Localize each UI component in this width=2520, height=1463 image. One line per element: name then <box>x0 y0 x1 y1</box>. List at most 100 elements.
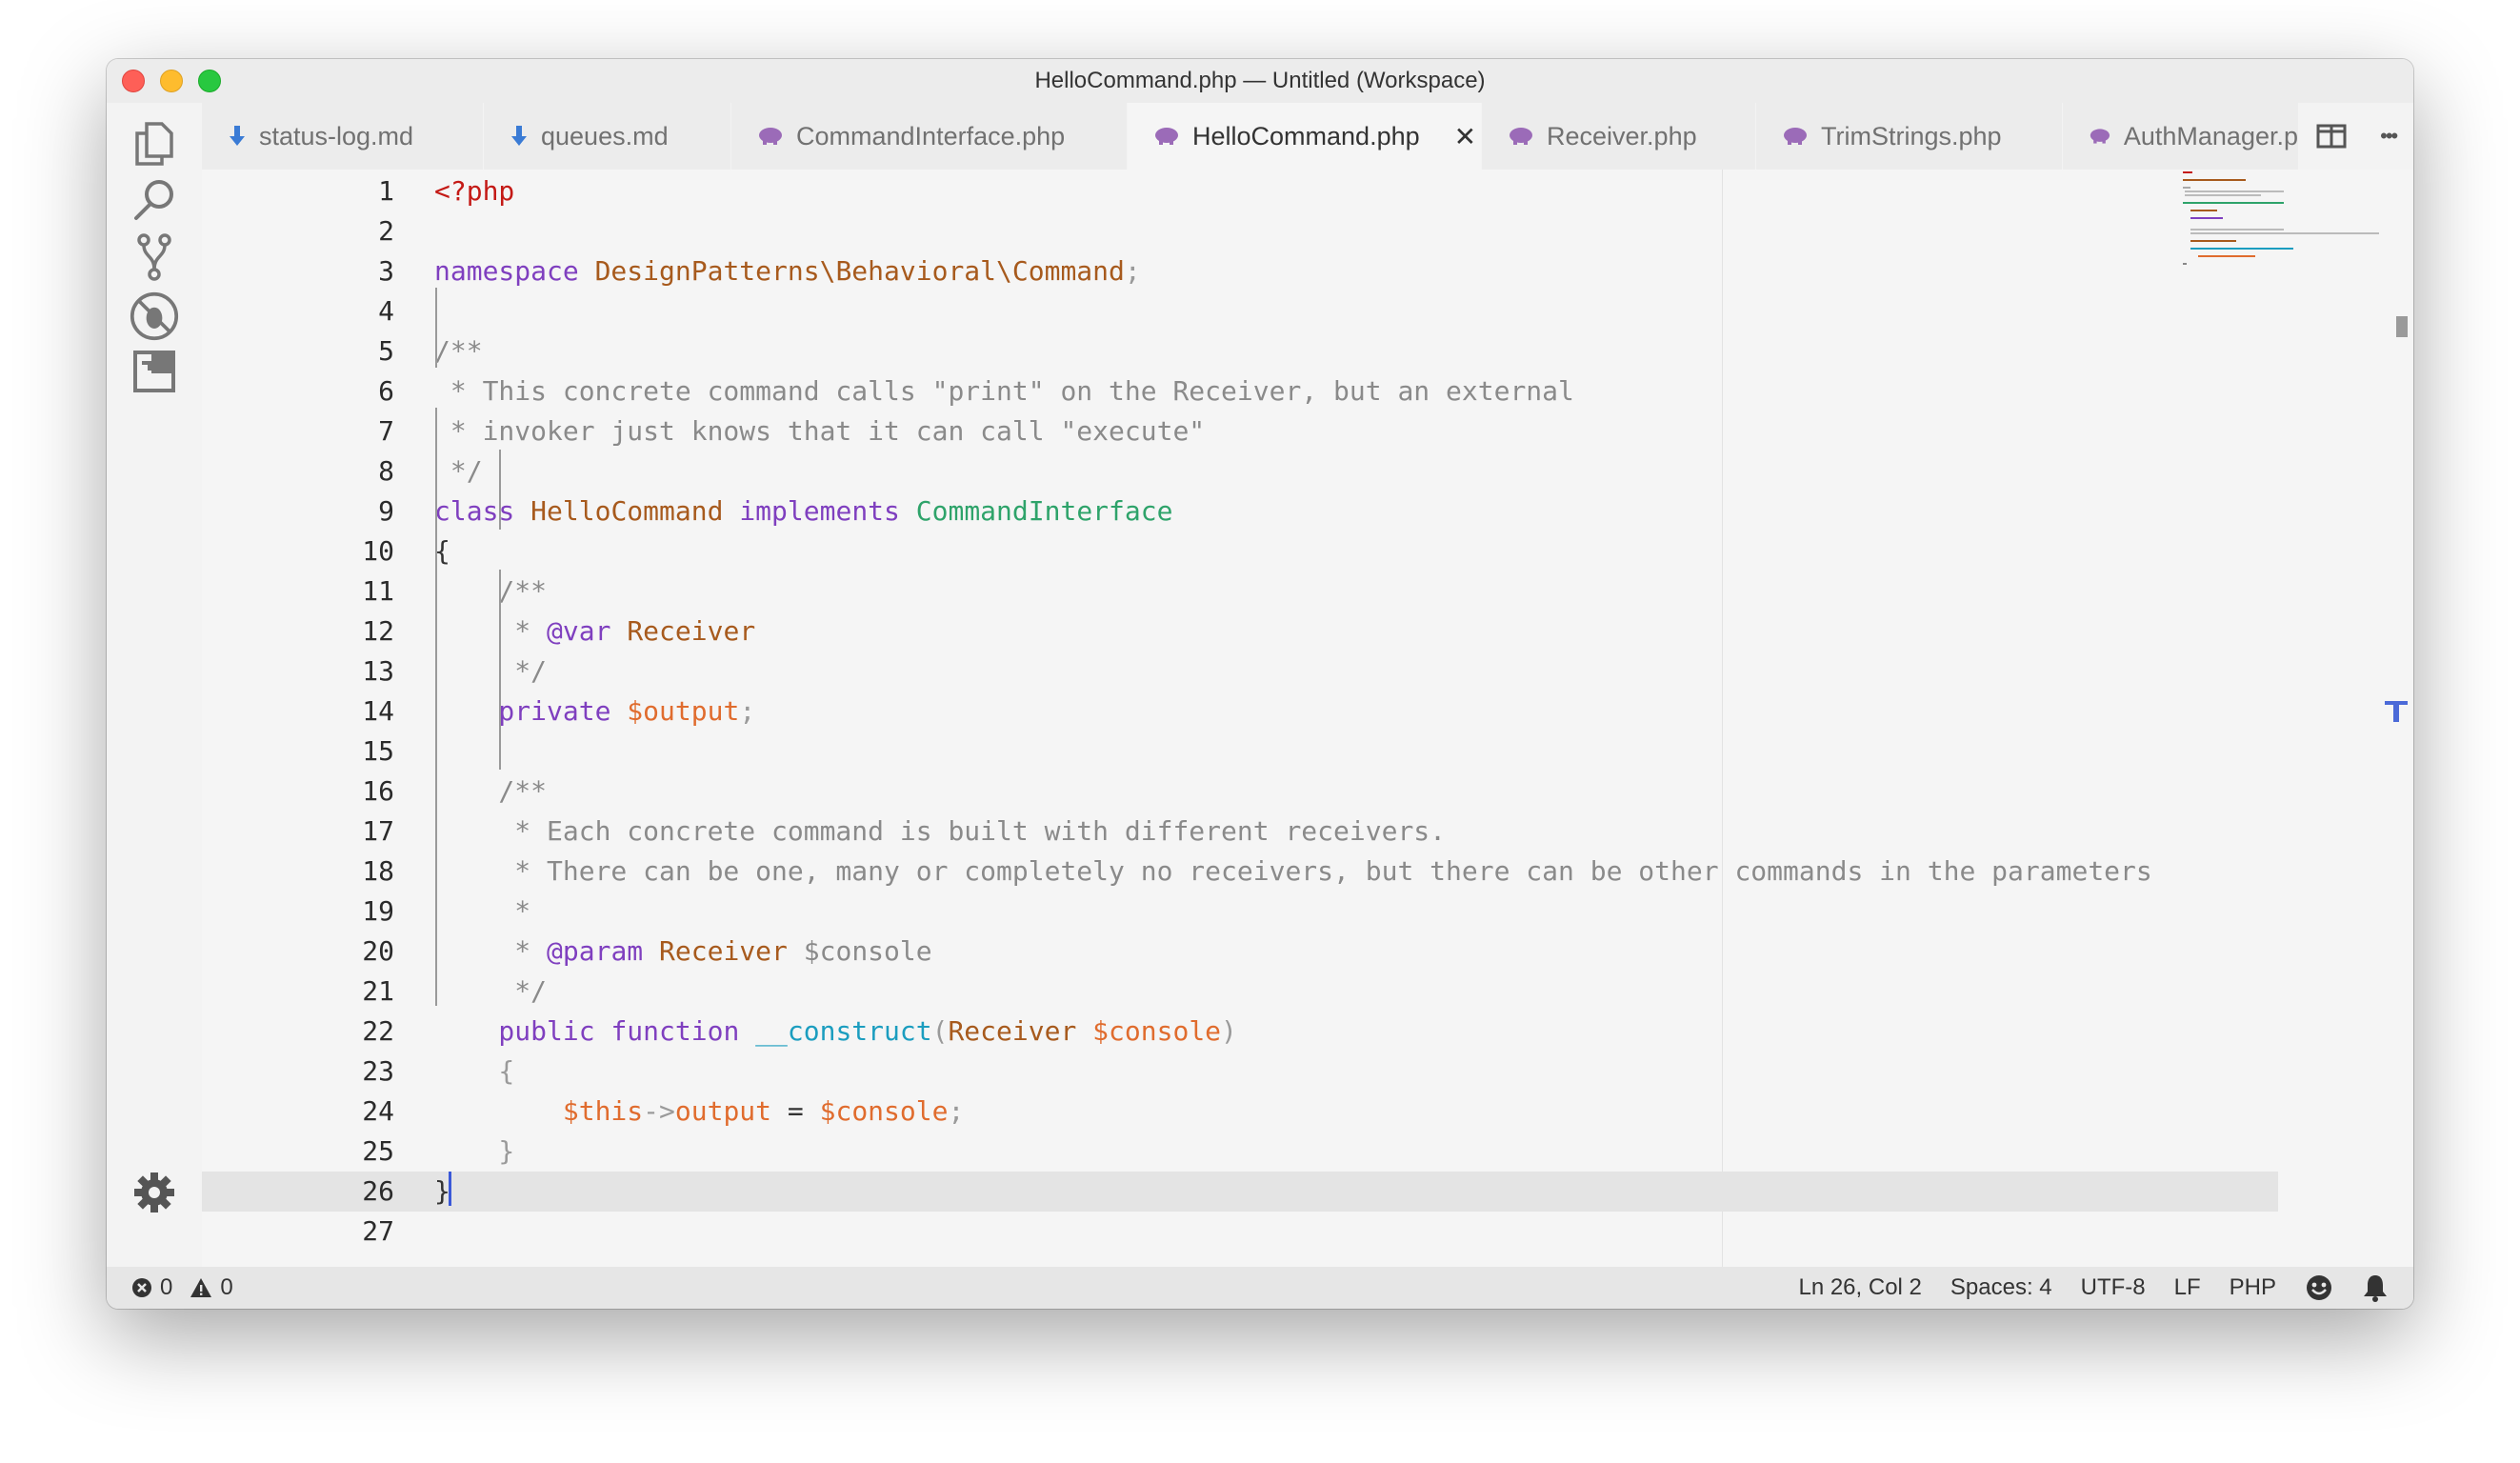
files-icon[interactable] <box>130 118 179 168</box>
markdown-icon <box>230 126 245 146</box>
line-number[interactable]: 23 <box>202 1052 394 1092</box>
line-number[interactable]: 26 <box>202 1172 394 1212</box>
php-icon <box>1784 128 1807 145</box>
code-line[interactable]: 14 private $output; <box>202 691 2278 732</box>
line-number[interactable]: 18 <box>202 852 394 892</box>
code-line[interactable]: 18 * There can be one, many or completel… <box>202 852 2278 892</box>
line-number[interactable]: 1 <box>202 171 394 211</box>
code-line[interactable]: 7 * invoker just knows that it can call … <box>202 411 2278 451</box>
line-number[interactable]: 3 <box>202 251 394 291</box>
code-token: ; <box>739 695 756 727</box>
search-icon[interactable] <box>130 175 179 225</box>
code-line[interactable]: 25 } <box>202 1132 2278 1172</box>
line-number[interactable]: 8 <box>202 451 394 491</box>
line-number[interactable]: 4 <box>202 291 394 331</box>
scrollbar-thumb[interactable] <box>2396 316 2408 337</box>
code-line[interactable]: 8 */ <box>202 451 2278 491</box>
indentation[interactable]: Spaces: 4 <box>1950 1274 2052 1301</box>
line-number[interactable]: 13 <box>202 651 394 691</box>
line-number[interactable]: 6 <box>202 371 394 411</box>
tab-auth-manager[interactable]: AuthManager.p <box>2063 103 2299 170</box>
code-line[interactable]: 23 { <box>202 1052 2278 1092</box>
code-line[interactable]: 2 <box>202 211 2278 251</box>
warning-count: 0 <box>220 1274 233 1300</box>
code-line[interactable]: 17 * Each concrete command is built with… <box>202 812 2278 852</box>
tab-status-log[interactable]: status-log.md <box>202 103 484 170</box>
code-line[interactable]: 12 * @var Receiver <box>202 611 2278 651</box>
line-number[interactable]: 15 <box>202 732 394 772</box>
line-number[interactable]: 22 <box>202 1012 394 1052</box>
line-number[interactable]: 7 <box>202 411 394 451</box>
line-number[interactable]: 27 <box>202 1212 394 1252</box>
line-number[interactable]: 11 <box>202 571 394 611</box>
end-of-line[interactable]: LF <box>2174 1274 2201 1301</box>
minimize-window-button[interactable] <box>160 70 183 92</box>
more-actions-button[interactable]: ••• <box>2380 124 2398 149</box>
code-line[interactable]: 16 /** <box>202 772 2278 812</box>
code-line[interactable]: 19 * <box>202 892 2278 932</box>
code-line[interactable]: 3 namespace DesignPatterns\Behavioral\Com… <box>202 251 2278 291</box>
code-line[interactable]: 21 */ <box>202 972 2278 1012</box>
tab-hello-command[interactable]: HelloCommand.php ✕ <box>1128 103 1482 170</box>
code-line[interactable]: 11 /** <box>202 571 2278 611</box>
problems-indicator[interactable]: 0 0 <box>131 1274 233 1301</box>
code-line[interactable]: 24 $this->output = $console; <box>202 1092 2278 1132</box>
php-icon <box>1510 128 1532 145</box>
language-mode[interactable]: PHP <box>2230 1274 2276 1301</box>
line-number[interactable]: 10 <box>202 531 394 571</box>
window-title: HelloCommand.php — Untitled (Workspace) <box>1034 68 1486 93</box>
code-token: = <box>771 1095 820 1127</box>
tab-label: Receiver.php <box>1547 121 1697 150</box>
code-line[interactable]: 1 <?php <box>202 171 2278 211</box>
code-line[interactable]: 20 * @param Receiver $console <box>202 932 2278 972</box>
minimap[interactable] <box>2179 170 2389 284</box>
code-line[interactable]: 13 */ <box>202 651 2278 691</box>
cursor-position[interactable]: Ln 26, Col 2 <box>1798 1274 1921 1301</box>
encoding[interactable]: UTF-8 <box>2081 1274 2146 1301</box>
close-tab-button[interactable]: ✕ <box>1454 121 1476 152</box>
extensions-icon[interactable] <box>130 347 179 396</box>
line-number[interactable]: 17 <box>202 812 394 852</box>
feedback-smiley-icon[interactable] <box>2305 1273 2333 1302</box>
close-window-button[interactable] <box>122 70 145 92</box>
tab-command-interface[interactable]: CommandInterface.php <box>731 103 1128 170</box>
code-token: /** <box>434 575 548 607</box>
code-line[interactable]: 5 /** <box>202 331 2278 371</box>
line-text: * @var Receiver <box>434 611 755 651</box>
debug-icon[interactable] <box>130 291 179 341</box>
line-number[interactable]: 12 <box>202 611 394 651</box>
code-line[interactable]: 6 * This concrete command calls "print" … <box>202 371 2278 411</box>
tab-queues[interactable]: queues.md <box>484 103 731 170</box>
line-number[interactable]: 16 <box>202 772 394 812</box>
line-number[interactable]: 2 <box>202 211 394 251</box>
line-number[interactable]: 20 <box>202 932 394 972</box>
line-text: private $output; <box>434 691 755 732</box>
code-line[interactable]: 22 public function __construct(Receiver … <box>202 1012 2278 1052</box>
gear-icon[interactable] <box>130 1168 179 1217</box>
line-number[interactable]: 19 <box>202 892 394 932</box>
zoom-window-button[interactable] <box>198 70 221 92</box>
code-token: $this <box>434 1095 644 1127</box>
line-number[interactable]: 14 <box>202 691 394 732</box>
code-line[interactable]: 27 <box>202 1212 2278 1252</box>
line-text: /** <box>434 571 547 611</box>
line-number[interactable]: 25 <box>202 1132 394 1172</box>
code-editor[interactable]: 1 <?php 2 3 namespace DesignPatterns\Behavio… <box>202 170 2413 1267</box>
tab-receiver[interactable]: Receiver.php <box>1482 103 1756 170</box>
code-line[interactable]: 15 <box>202 732 2278 772</box>
line-number[interactable]: 21 <box>202 972 394 1012</box>
source-control-icon[interactable] <box>130 232 179 282</box>
code-line[interactable]: 4 <box>202 291 2278 331</box>
split-editor-icon[interactable] <box>2316 124 2347 149</box>
indent-guide <box>435 408 437 1006</box>
code-line[interactable]: 26} <box>202 1172 2278 1212</box>
code-token: */ <box>434 975 548 1007</box>
line-number[interactable]: 5 <box>202 331 394 371</box>
code-line[interactable]: 9 class HelloCommand implements CommandIn… <box>202 491 2278 531</box>
notifications-bell-icon[interactable] <box>2362 1273 2389 1302</box>
line-number[interactable]: 24 <box>202 1092 394 1132</box>
code-token: $output <box>627 695 740 727</box>
tab-trim-strings[interactable]: TrimStrings.php <box>1756 103 2063 170</box>
code-line[interactable]: 10{ <box>202 531 2278 571</box>
line-number[interactable]: 9 <box>202 491 394 531</box>
